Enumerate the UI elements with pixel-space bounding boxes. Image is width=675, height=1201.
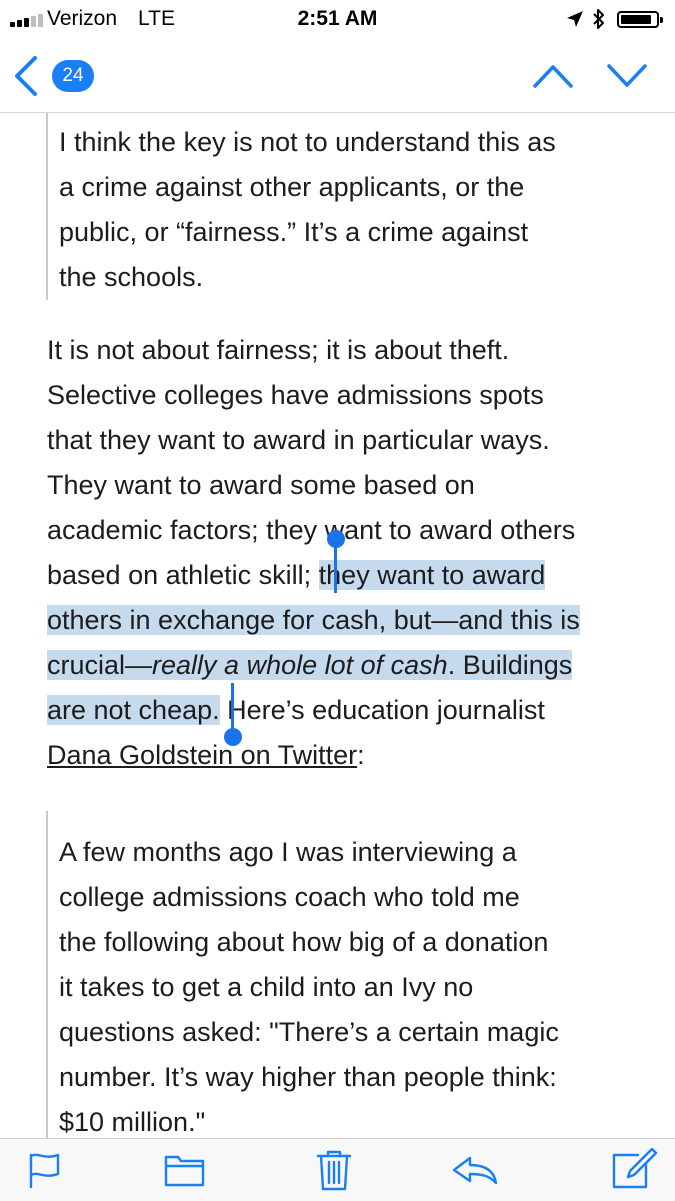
battery-icon [617,11,663,28]
location-arrow-icon [567,11,583,27]
quote-line: the schools. [59,262,204,292]
compose-button[interactable] [608,1139,658,1201]
quote-line: number. It’s way higher than people thin… [59,1062,557,1092]
blockquote: A few months ago I was interviewing a co… [46,811,559,1138]
mail-toolbar [0,1138,675,1201]
trash-button[interactable] [314,1139,354,1201]
quote-line: questions asked: "There’s a certain magi… [59,1017,559,1047]
body-paragraph: It is not about fairness; it is about th… [47,328,580,778]
blockquote: I think the key is not to understand thi… [46,113,556,300]
back-button[interactable]: 24 [10,54,105,98]
body-line: that they want to award in particular wa… [47,425,550,455]
body-line: Here’s education journalist [219,695,545,725]
selection-end-knob[interactable] [224,728,242,746]
quote-line: college admissions coach who told me [59,882,520,912]
compose-icon [612,1147,658,1189]
next-message-button[interactable] [606,62,648,90]
flag-icon [29,1153,60,1189]
quote-line: a crime against other applicants, or the [59,172,525,202]
twitter-link[interactable]: Dana Goldstein on Twitter [47,740,357,770]
previous-message-button[interactable] [532,62,574,90]
body-line: academic factors; they want to award oth… [47,515,576,545]
colon-text: : [357,740,365,770]
selected-text-part: . Buildings [447,650,573,680]
quote-line: A few months ago I was interviewing a [59,837,517,867]
selected-text: they want to award [318,560,546,590]
folder-icon [164,1155,205,1187]
selected-text: crucial—really a whole lot of cash. Buil… [47,650,573,680]
quote-line: I think the key is not to understand thi… [59,127,556,157]
message-body[interactable]: I think the key is not to understand thi… [0,113,675,1138]
bluetooth-icon [593,9,604,29]
quote-line: public, or “fairness.” It’s a crime agai… [59,217,529,247]
quote-line: the following about how big of a donatio… [59,927,549,957]
body-line: They want to award some based on [47,470,475,500]
selected-text: are not cheap. [47,695,220,725]
quote-line: it takes to get a child into an Ivy no [59,972,474,1002]
reply-icon [452,1156,498,1185]
italic-emphasis: really a whole lot of cash [152,650,448,680]
selected-text: others in exchange for cash, but—and thi… [47,605,580,635]
flag-button[interactable] [24,1139,64,1201]
body-line: based on athletic skill; [47,560,319,590]
unread-count-badge: 24 [52,60,94,92]
chevron-up-icon [533,65,573,88]
selected-text-part: crucial— [47,650,153,680]
selection-start-caret [334,541,337,593]
body-line: Selective colleges have admissions spots [47,380,544,410]
body-line: It is not about fairness; it is about th… [47,335,510,365]
message-nav-bar: 24 [0,40,675,113]
move-to-folder-button[interactable] [162,1139,208,1201]
chevron-left-icon [15,56,37,96]
status-bar: Verizon LTE 2:51 AM [0,0,675,40]
reply-button[interactable] [450,1139,500,1201]
chevron-down-icon [607,64,647,87]
trash-icon [316,1150,352,1191]
quote-line: $10 million." [59,1107,206,1137]
